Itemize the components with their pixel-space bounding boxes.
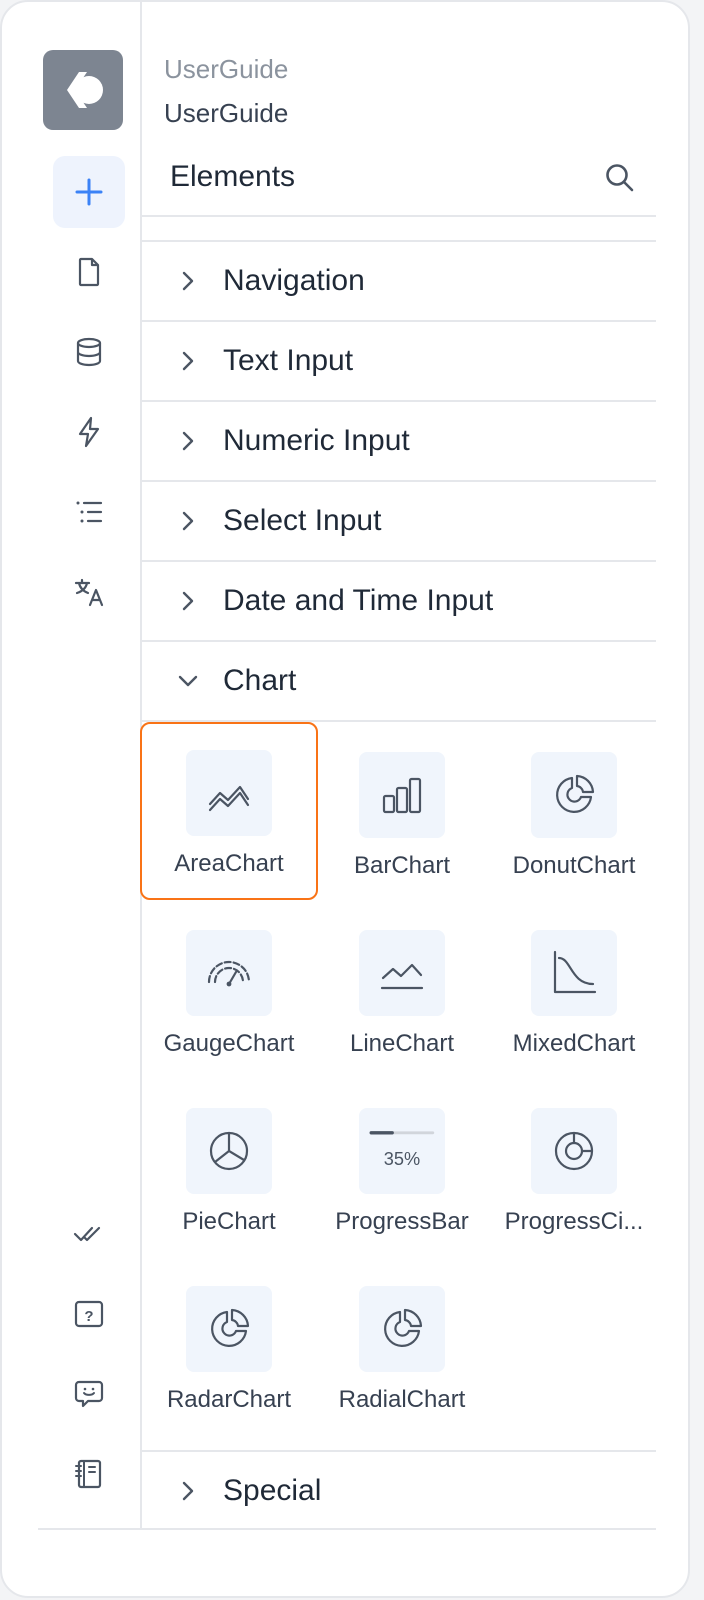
outline-button[interactable] [53, 476, 125, 548]
panel-title: Elements [170, 160, 296, 193]
page-icon [78, 257, 100, 287]
element-tile-donutchart[interactable]: DonutChart [485, 724, 663, 902]
tile-icon-box [359, 752, 445, 838]
chevron-right-icon [182, 271, 194, 291]
element-tile-barchart[interactable]: BarChart [313, 724, 491, 902]
database-icon [76, 337, 102, 367]
progress-circle-icon [554, 1131, 594, 1171]
logo-icon [67, 72, 103, 108]
add-icon [75, 178, 103, 206]
document-name[interactable]: UserGuide [164, 98, 288, 129]
element-tile-progressbar[interactable]: 35% ProgressBar [313, 1080, 491, 1258]
category-label: Text Input [223, 344, 354, 377]
category-chart[interactable]: Chart [142, 642, 656, 722]
search-button[interactable] [600, 158, 640, 198]
chevron-right-icon [182, 1481, 194, 1501]
tile-label: RadialChart [338, 1386, 466, 1413]
element-tile-radialchart[interactable]: RadialChart [313, 1258, 491, 1436]
list-icon [76, 501, 103, 523]
app-logo[interactable] [43, 50, 123, 130]
tile-label: ProgressBar [335, 1208, 469, 1235]
pie-chart-icon [209, 1131, 249, 1171]
tile-label: BarChart [353, 852, 451, 879]
tile-label: AreaChart [174, 850, 284, 877]
tile-icon-box [186, 930, 272, 1016]
element-tile-progresscircle[interactable]: ProgressCi... [485, 1080, 663, 1258]
chevron-right-icon [182, 351, 194, 371]
tile-icon-box [359, 1286, 445, 1372]
tile-label: DonutChart [512, 852, 636, 879]
help-icon: ? [74, 1300, 104, 1328]
chevron-right-icon [182, 431, 194, 451]
category-navigation[interactable]: Navigation [142, 242, 656, 322]
tile-icon-box [531, 752, 617, 838]
tile-icon-box: 35% [359, 1108, 445, 1194]
data-button[interactable] [53, 316, 125, 388]
element-tile-mixedchart[interactable]: MixedChart [485, 902, 663, 1080]
pages-button[interactable] [53, 236, 125, 308]
category-text-input[interactable]: Text Input [142, 322, 656, 402]
progress-bar-icon: 35% [369, 1131, 435, 1169]
category-label: Select Input [223, 504, 382, 537]
tile-label: ProgressCi... [504, 1208, 644, 1235]
category-select-input[interactable]: Select Input [142, 482, 656, 562]
help-button[interactable]: ? [53, 1278, 125, 1350]
translate-icon [74, 578, 104, 607]
tile-icon-box [531, 930, 617, 1016]
element-tile-areachart[interactable]: AreaChart [140, 722, 318, 900]
tile-label: LineChart [349, 1030, 455, 1057]
left-rail: ? [2, 2, 142, 1530]
docs-button[interactable] [53, 1438, 125, 1510]
element-tile-linechart[interactable]: LineChart [313, 902, 491, 1080]
category-label: Date and Time Input [223, 584, 494, 617]
radial-chart-icon [384, 1308, 423, 1347]
category-label: Navigation [223, 264, 365, 297]
bar-chart-icon [382, 777, 422, 814]
area-chart-icon [208, 785, 250, 812]
donut-chart-icon [556, 774, 595, 813]
double-check-icon [73, 1226, 101, 1242]
tile-icon-box [531, 1108, 617, 1194]
category-label: Numeric Input [223, 424, 410, 457]
tile-icon-box [359, 930, 445, 1016]
translate-button[interactable] [53, 556, 125, 628]
lightning-icon [78, 416, 100, 448]
chevron-right-icon [182, 591, 194, 611]
header-divider [142, 215, 656, 217]
radar-chart-icon [211, 1308, 250, 1347]
footer-divider [38, 1528, 656, 1530]
category-label: Chart [223, 664, 297, 697]
checks-button[interactable] [53, 1198, 125, 1270]
search-icon [606, 164, 634, 192]
docs-icon [75, 1459, 102, 1489]
tile-label: MixedChart [512, 1030, 636, 1057]
tile-label: RadarChart [166, 1386, 292, 1413]
actions-button[interactable] [53, 396, 125, 468]
tile-icon-box [186, 1286, 272, 1372]
progress-bar-value: 35% [384, 1149, 420, 1169]
tile-icon-box [186, 750, 272, 836]
chevron-right-icon [182, 511, 194, 531]
category-numeric-input[interactable]: Numeric Input [142, 402, 656, 482]
line-chart-icon [380, 963, 424, 990]
feedback-button[interactable] [53, 1358, 125, 1430]
feedback-icon [74, 1380, 104, 1408]
gauge-chart-icon [207, 960, 251, 987]
element-tile-radarchart[interactable]: RadarChart [140, 1258, 318, 1436]
svg-text:?: ? [84, 1308, 93, 1325]
app-name: UserGuide [164, 54, 289, 84]
category-date-time-input[interactable]: Date and Time Input [142, 562, 656, 642]
category-label: Special [223, 1474, 322, 1507]
element-tile-piechart[interactable]: PieChart [140, 1080, 318, 1258]
element-tile-gaugechart[interactable]: GaugeChart [140, 902, 318, 1080]
app-frame: ? UserGuide UserGuide Elements Navigatio… [0, 0, 690, 1598]
mixed-chart-icon [553, 950, 597, 994]
category-special[interactable]: Special [142, 1452, 656, 1532]
tile-label: PieChart [182, 1208, 276, 1235]
tile-label: GaugeChart [163, 1030, 295, 1057]
add-element-button[interactable] [53, 156, 125, 228]
chevron-down-icon [178, 675, 198, 687]
tile-icon-box [186, 1108, 272, 1194]
